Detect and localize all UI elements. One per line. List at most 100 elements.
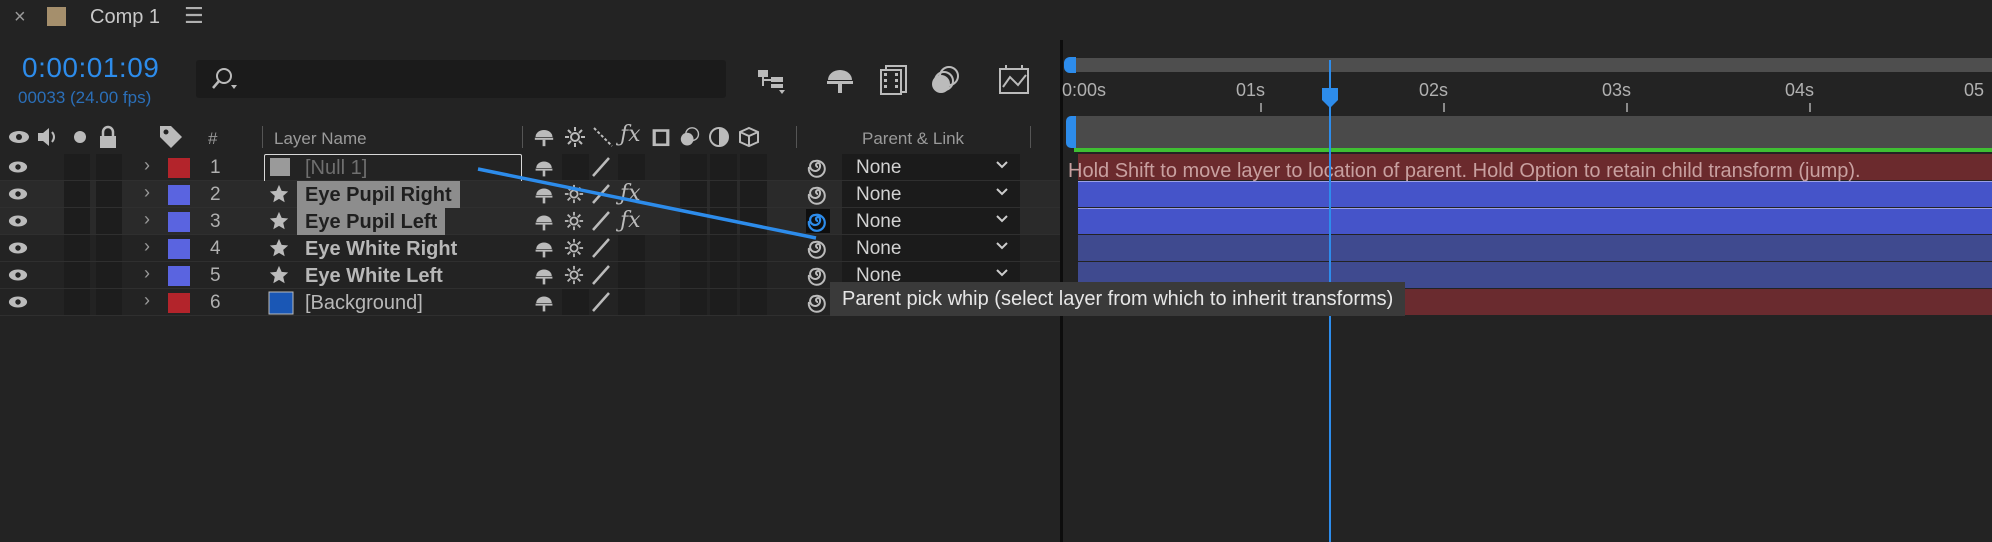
video-visibility-eye-icon[interactable]: [8, 295, 28, 314]
audio-toggle[interactable]: [64, 181, 90, 207]
effects-fx-icon[interactable]: ƒx: [620, 122, 641, 147]
collapse-transform-switch[interactable]: [562, 289, 589, 315]
lock-toggle[interactable]: [96, 181, 122, 207]
audio-toggle[interactable]: [64, 262, 90, 288]
parent-dropdown[interactable]: None: [842, 235, 1020, 261]
collapse-transform-switch-icon[interactable]: [564, 238, 584, 263]
video-visibility-eye-icon[interactable]: [8, 268, 28, 287]
graph-editor-button[interactable]: [996, 62, 1032, 98]
effects-switch-fx-icon[interactable]: ƒx: [620, 181, 641, 206]
quality-switch-icon[interactable]: [590, 237, 612, 264]
draft-3d-button[interactable]: [822, 62, 858, 98]
layer-search-field[interactable]: [196, 60, 726, 98]
solo-dot-icon[interactable]: [72, 129, 88, 145]
3d-layer-switch[interactable]: [740, 208, 767, 234]
parent-dropdown[interactable]: None: [842, 181, 1020, 207]
video-eye-icon[interactable]: [8, 130, 30, 144]
audio-toggle[interactable]: [64, 235, 90, 261]
time-ruler[interactable]: [1063, 40, 1992, 120]
shy-switch-icon[interactable]: [532, 211, 556, 238]
audio-toggle[interactable]: [64, 154, 90, 180]
quality-icon[interactable]: [592, 126, 614, 148]
layer-label-color[interactable]: [168, 293, 190, 313]
audio-speaker-icon[interactable]: [36, 126, 60, 148]
effects-switch[interactable]: [618, 289, 645, 315]
quality-switch-icon[interactable]: [590, 210, 612, 237]
audio-toggle[interactable]: [64, 289, 90, 315]
3d-layer-switch[interactable]: [740, 262, 767, 288]
layer-row[interactable]: › 2 Eye Pupil Right ƒx None: [0, 181, 1060, 208]
adjustment-layer-icon[interactable]: [708, 126, 730, 148]
lock-toggle[interactable]: [96, 235, 122, 261]
lock-toggle[interactable]: [96, 262, 122, 288]
layer-label-color[interactable]: [168, 239, 190, 259]
3d-layer-cube-icon[interactable]: [738, 126, 760, 148]
effects-switch[interactable]: [618, 235, 645, 261]
motion-blur-switch[interactable]: [680, 154, 707, 180]
shy-icon[interactable]: [532, 125, 556, 149]
effects-switch[interactable]: [618, 154, 645, 180]
video-visibility-eye-icon[interactable]: [8, 214, 28, 233]
adjustment-layer-switch[interactable]: [710, 289, 737, 315]
3d-layer-switch[interactable]: [740, 154, 767, 180]
quality-switch-icon[interactable]: [590, 183, 612, 210]
motion-blur-button[interactable]: [928, 62, 964, 98]
work-area-bar[interactable]: [1074, 116, 1992, 148]
video-visibility-eye-icon[interactable]: [8, 187, 28, 206]
adjustment-layer-switch[interactable]: [710, 181, 737, 207]
layer-row[interactable]: › 3 Eye Pupil Left ƒx None: [0, 208, 1060, 235]
parent-pick-whip-icon[interactable]: [806, 155, 830, 184]
layer-name[interactable]: [Null 1]: [297, 154, 375, 181]
motion-blur-switch[interactable]: [680, 235, 707, 261]
parent-pick-whip-icon[interactable]: [806, 290, 830, 319]
video-visibility-eye-icon[interactable]: [8, 241, 28, 260]
motion-blur-switch[interactable]: [680, 181, 707, 207]
comp-flowchart-button[interactable]: [754, 62, 790, 98]
layer-name[interactable]: Eye Pupil Left: [297, 208, 446, 235]
lock-toggle[interactable]: [96, 208, 122, 234]
shy-switch-icon[interactable]: [532, 157, 556, 184]
playhead-handle-icon[interactable]: [1320, 86, 1340, 110]
lock-toggle[interactable]: [96, 289, 122, 315]
layer-row[interactable]: › 1 [Null 1] None: [0, 154, 1060, 185]
label-tag-icon[interactable]: [158, 124, 184, 150]
layer-label-color[interactable]: [168, 212, 190, 232]
audio-toggle[interactable]: [64, 208, 90, 234]
layer-name[interactable]: Eye Pupil Right: [297, 181, 460, 208]
collapse-sun-icon[interactable]: [564, 126, 586, 148]
adjustment-layer-switch[interactable]: [710, 235, 737, 261]
expand-chevron-icon[interactable]: ›: [144, 263, 150, 284]
video-visibility-eye-icon[interactable]: [8, 160, 28, 179]
close-tab-icon[interactable]: ×: [14, 6, 26, 29]
shy-switch-icon[interactable]: [532, 265, 556, 292]
3d-layer-switch[interactable]: [740, 235, 767, 261]
shy-switch-icon[interactable]: [532, 292, 556, 319]
motion-blur-switch[interactable]: [680, 262, 707, 288]
motion-blur-switch[interactable]: [680, 208, 707, 234]
parent-pick-whip-icon[interactable]: [806, 236, 830, 265]
quality-switch-icon[interactable]: [590, 264, 612, 291]
expand-chevron-icon[interactable]: ›: [144, 155, 150, 176]
parent-pick-whip-icon[interactable]: [806, 182, 830, 211]
frame-blend-column-icon[interactable]: [650, 125, 672, 149]
column-layer-name-label[interactable]: Layer Name: [274, 129, 367, 149]
3d-layer-switch[interactable]: [740, 181, 767, 207]
shy-switch-icon[interactable]: [532, 184, 556, 211]
current-time-display[interactable]: 0:00:01:09: [22, 52, 159, 84]
expand-chevron-icon[interactable]: ›: [144, 236, 150, 257]
quality-switch-icon[interactable]: [590, 156, 612, 183]
frame-blending-button[interactable]: [876, 62, 912, 98]
motion-blur-switch[interactable]: [680, 289, 707, 315]
layer-duration-bar[interactable]: [1078, 208, 1992, 234]
lock-icon[interactable]: [98, 125, 118, 149]
collapse-transform-switch[interactable]: [562, 154, 589, 180]
time-navigator-bar[interactable]: [1074, 58, 1992, 72]
collapse-transform-switch-icon[interactable]: [564, 265, 584, 290]
expand-chevron-icon[interactable]: ›: [144, 209, 150, 230]
panel-menu-icon[interactable]: ☰: [184, 3, 204, 29]
time-navigator-start-handle[interactable]: [1064, 57, 1076, 73]
effects-switch[interactable]: [618, 262, 645, 288]
parent-dropdown[interactable]: None: [842, 208, 1020, 234]
expand-chevron-icon[interactable]: ›: [144, 290, 150, 311]
expand-chevron-icon[interactable]: ›: [144, 182, 150, 203]
